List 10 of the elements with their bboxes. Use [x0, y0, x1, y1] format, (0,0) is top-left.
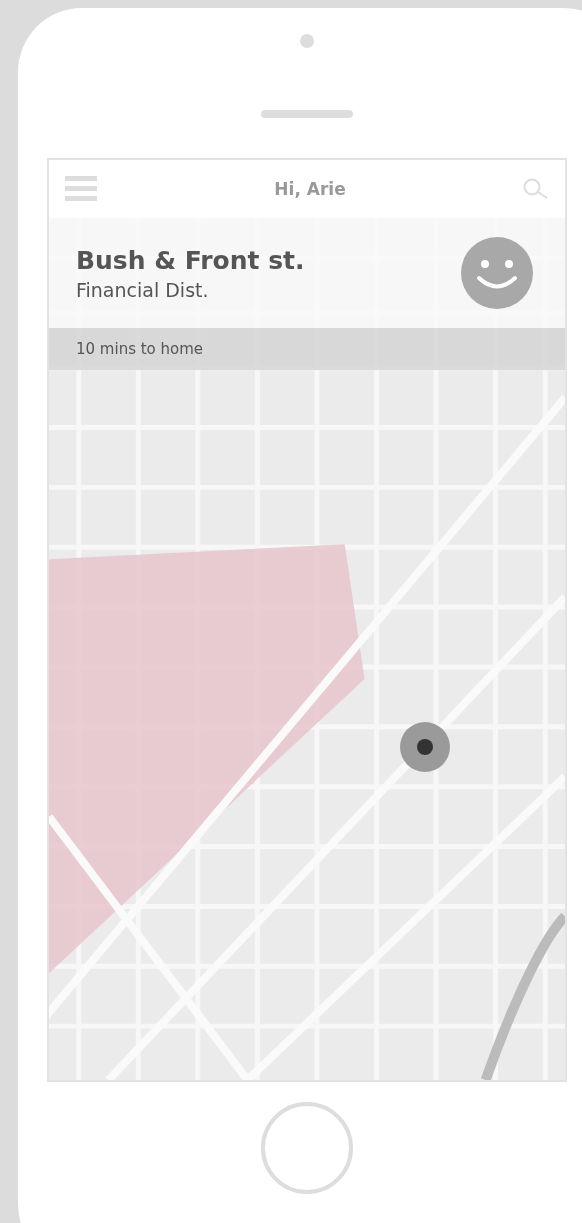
- smiley-avatar-icon[interactable]: [461, 237, 533, 309]
- location-marker-icon: [399, 721, 451, 773]
- greeting-title: Hi, Arie: [274, 179, 346, 199]
- eta-text: 10 mins to home: [76, 340, 204, 358]
- district-name: Financial Dist.: [76, 278, 210, 301]
- menu-icon[interactable]: [65, 176, 97, 202]
- search-icon[interactable]: [523, 178, 549, 200]
- home-button[interactable]: [261, 1102, 353, 1194]
- camera-dot: [300, 34, 314, 48]
- street-name: Bush & Front st.: [76, 245, 305, 275]
